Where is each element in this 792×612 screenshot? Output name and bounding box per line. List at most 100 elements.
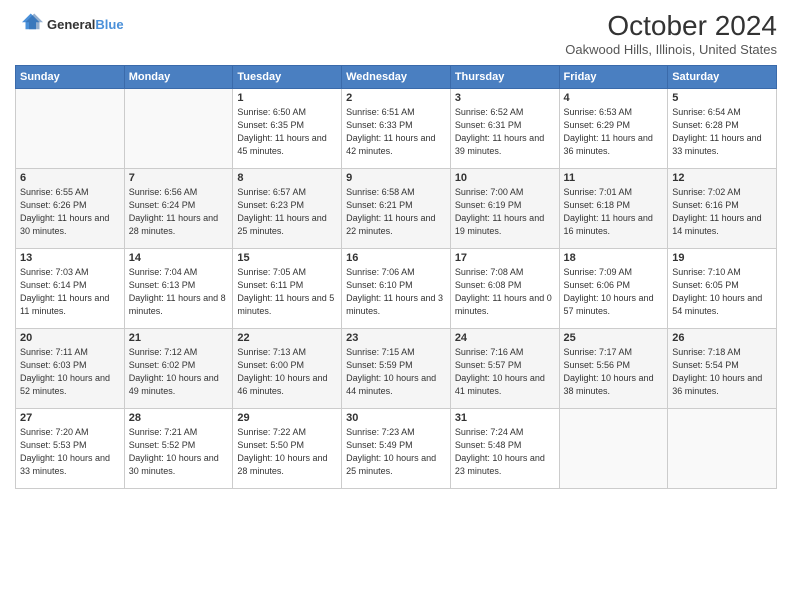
day-info: Sunrise: 7:12 AMSunset: 6:02 PMDaylight:… [129,346,229,398]
day-info-line: Sunset: 6:23 PM [237,200,304,210]
col-sunday: Sunday [16,66,125,89]
day-info: Sunrise: 7:01 AMSunset: 6:18 PMDaylight:… [564,186,664,238]
calendar-cell [124,89,233,169]
day-info-line: Daylight: 10 hours and 38 minutes. [564,373,654,396]
day-info: Sunrise: 6:51 AMSunset: 6:33 PMDaylight:… [346,106,446,158]
day-info-line: Daylight: 10 hours and 46 minutes. [237,373,327,396]
calendar-cell: 3Sunrise: 6:52 AMSunset: 6:31 PMDaylight… [450,89,559,169]
calendar-cell: 11 Sunrise: 7:01 AMSunset: 6:18 PMDayligh… [559,169,668,249]
day-info-line: Sunset: 6:26 PM [20,200,87,210]
day-number: 24 [455,332,555,344]
day-info: Sunrise: 7:15 AMSunset: 5:59 PMDaylight:… [346,346,446,398]
day-info-line: Sunrise: 7:04 AM [129,267,198,277]
day-info-line: Daylight: 11 hours and 3 minutes. [346,293,443,316]
col-thursday: Thursday [450,66,559,89]
calendar-week-1: 1Sunrise: 6:50 AMSunset: 6:35 PMDaylight… [16,89,777,169]
day-info: Sunrise: 7:17 AMSunset: 5:56 PMDaylight:… [564,346,664,398]
day-info-line: Daylight: 11 hours and 42 minutes. [346,133,435,156]
day-info-line: Sunset: 6:10 PM [346,280,413,290]
calendar-cell: 10Sunrise: 7:00 AMSunset: 6:19 PMDayligh… [450,169,559,249]
calendar-cell: 13Sunrise: 7:03 AMSunset: 6:14 PMDayligh… [16,249,125,329]
calendar-cell: 18Sunrise: 7:09 AMSunset: 6:06 PMDayligh… [559,249,668,329]
header: GeneralBlue October 2024 Oakwood Hills, … [15,10,777,57]
day-info-line: Sunset: 6:24 PM [129,200,196,210]
calendar-cell: 22Sunrise: 7:13 AMSunset: 6:00 PMDayligh… [233,329,342,409]
header-row: Sunday Monday Tuesday Wednesday Thursday… [16,66,777,89]
day-number: 4 [564,92,664,104]
day-info-line: Sunrise: 7:20 AM [20,427,89,437]
day-info-line: Sunset: 6:00 PM [237,360,304,370]
day-info-line: Sunset: 5:59 PM [346,360,413,370]
day-info: Sunrise: 7:10 AMSunset: 6:05 PMDaylight:… [672,266,772,318]
day-info-line: Daylight: 10 hours and 28 minutes. [237,453,327,476]
day-info-line: Sunset: 5:48 PM [455,440,522,450]
day-number: 21 [129,332,229,344]
day-info: Sunrise: 7:00 AMSunset: 6:19 PMDaylight:… [455,186,555,238]
calendar-cell: 1Sunrise: 6:50 AMSunset: 6:35 PMDaylight… [233,89,342,169]
day-info-line: Sunrise: 7:09 AM [564,267,633,277]
day-info-line: Sunrise: 7:08 AM [455,267,524,277]
day-number: 19 [672,252,772,264]
day-info-line: Sunrise: 6:53 AM [564,107,633,117]
day-number: 31 [455,412,555,424]
calendar-cell [559,409,668,489]
day-info-line: Sunset: 5:53 PM [20,440,87,450]
day-info-line: Sunset: 6:29 PM [564,120,631,130]
day-info-line: Sunset: 5:50 PM [237,440,304,450]
day-info: Sunrise: 7:16 AMSunset: 5:57 PMDaylight:… [455,346,555,398]
day-info: Sunrise: 7:21 AMSunset: 5:52 PMDaylight:… [129,426,229,478]
day-number: 17 [455,252,555,264]
day-info: Sunrise: 7:11 AMSunset: 6:03 PMDaylight:… [20,346,120,398]
day-info-line: Daylight: 10 hours and 41 minutes. [455,373,545,396]
day-number: 8 [237,172,337,184]
day-info-line: Daylight: 11 hours and 8 minutes. [129,293,226,316]
calendar-cell: 2Sunrise: 6:51 AMSunset: 6:33 PMDaylight… [342,89,451,169]
day-info-line: Sunset: 6:08 PM [455,280,522,290]
day-info-line: Daylight: 10 hours and 33 minutes. [20,453,110,476]
day-info-line: Sunset: 6:19 PM [455,200,522,210]
calendar-cell: 31Sunrise: 7:24 AMSunset: 5:48 PMDayligh… [450,409,559,489]
day-number: 26 [672,332,772,344]
day-info-line: Sunrise: 6:57 AM [237,187,306,197]
day-number: 5 [672,92,772,104]
day-info-line: Sunset: 5:49 PM [346,440,413,450]
day-info: Sunrise: 6:55 AM Sunset: 6:26 PM Daylight:… [20,186,120,238]
calendar-cell: 20Sunrise: 7:11 AMSunset: 6:03 PMDayligh… [16,329,125,409]
calendar-cell: 9Sunrise: 6:58 AMSunset: 6:21 PMDaylight… [342,169,451,249]
day-info: Sunrise: 6:50 AMSunset: 6:35 PMDaylight:… [237,106,337,158]
day-info-line: Daylight: 11 hours and 14 minutes. [672,213,761,236]
calendar-cell: 28 Sunrise: 7:21 AMSunset: 5:52 PMDayligh… [124,409,233,489]
calendar-cell: 30Sunrise: 7:23 AMSunset: 5:49 PMDayligh… [342,409,451,489]
day-number: 23 [346,332,446,344]
day-info: Sunrise: 7:04 AMSunset: 6:13 PMDaylight:… [129,266,229,318]
calendar-table: Sunday Monday Tuesday Wednesday Thursday… [15,65,777,489]
day-number: 18 [564,252,664,264]
day-info-line: Sunrise: 6:55 AM [20,187,89,197]
day-info-line: Sunrise: 7:12 AM [129,347,198,357]
col-friday: Friday [559,66,668,89]
calendar-week-4: 20Sunrise: 7:11 AMSunset: 6:03 PMDayligh… [16,329,777,409]
day-info-line: Daylight: 11 hours and 30 minutes. [20,213,109,236]
day-number: 13 [20,252,120,264]
calendar-cell: 24 Sunrise: 7:16 AMSunset: 5:57 PMDayligh… [450,329,559,409]
day-info-line: Sunset: 5:57 PM [455,360,522,370]
day-info-line: Sunrise: 7:06 AM [346,267,415,277]
day-info-line: Sunset: 5:54 PM [672,360,739,370]
day-number: 28 [129,412,229,424]
calendar-cell: 5Sunrise: 6:54 AMSunset: 6:28 PMDaylight… [668,89,777,169]
day-info-line: Daylight: 10 hours and 30 minutes. [129,453,219,476]
day-info: Sunrise: 6:56 AMSunset: 6:24 PMDaylight:… [129,186,229,238]
day-info: Sunrise: 6:52 AMSunset: 6:31 PMDaylight:… [455,106,555,158]
day-info: Sunrise: 7:22 AMSunset: 5:50 PMDaylight:… [237,426,337,478]
calendar-cell: 27Sunrise: 7:20 AMSunset: 5:53 PMDayligh… [16,409,125,489]
col-wednesday: Wednesday [342,66,451,89]
day-number: 11 [564,172,664,184]
month-title: October 2024 [565,10,777,42]
day-info-line: Sunset: 5:52 PM [129,440,196,450]
day-info-line: Sunrise: 7:17 AM [564,347,633,357]
day-number: 9 [346,172,446,184]
day-info-line: Sunrise: 7:15 AM [346,347,415,357]
day-info: Sunrise: 7:18 AMSunset: 5:54 PMDaylight:… [672,346,772,398]
day-info-line: Sunrise: 7:23 AM [346,427,415,437]
day-info-line: Sunset: 6:33 PM [346,120,413,130]
